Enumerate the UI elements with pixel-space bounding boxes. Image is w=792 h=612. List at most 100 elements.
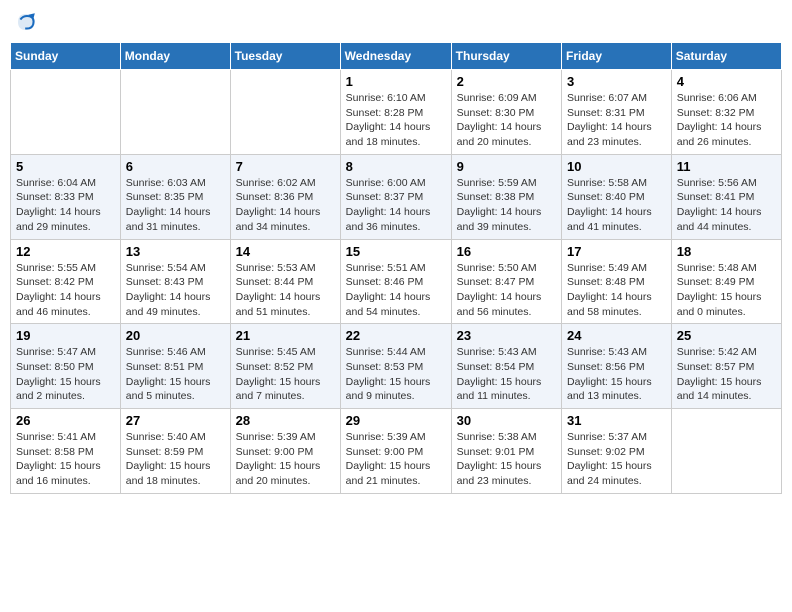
day-number: 30 bbox=[457, 413, 556, 428]
day-info: Sunrise: 5:43 AM Sunset: 8:54 PM Dayligh… bbox=[457, 345, 556, 404]
calendar-cell: 6 Sunrise: 6:03 AM Sunset: 8:35 PM Daylig… bbox=[120, 154, 230, 239]
calendar-cell: 22 Sunrise: 5:44 AM Sunset: 8:53 PM Dayli… bbox=[340, 324, 451, 409]
calendar-cell: 9 Sunrise: 5:59 AM Sunset: 8:38 PM Daylig… bbox=[451, 154, 561, 239]
day-info: Sunrise: 6:09 AM Sunset: 8:30 PM Dayligh… bbox=[457, 91, 556, 150]
day-info: Sunrise: 5:44 AM Sunset: 8:53 PM Dayligh… bbox=[346, 345, 446, 404]
calendar-cell: 21 Sunrise: 5:45 AM Sunset: 8:52 PM Dayli… bbox=[230, 324, 340, 409]
logo-icon bbox=[14, 10, 38, 34]
day-info: Sunrise: 5:42 AM Sunset: 8:57 PM Dayligh… bbox=[677, 345, 776, 404]
day-number: 27 bbox=[126, 413, 225, 428]
calendar-cell: 11 Sunrise: 5:56 AM Sunset: 8:41 PM Dayli… bbox=[671, 154, 781, 239]
day-number: 29 bbox=[346, 413, 446, 428]
day-info: Sunrise: 6:00 AM Sunset: 8:37 PM Dayligh… bbox=[346, 176, 446, 235]
day-info: Sunrise: 6:04 AM Sunset: 8:33 PM Dayligh… bbox=[16, 176, 115, 235]
day-number: 20 bbox=[126, 328, 225, 343]
calendar-cell bbox=[11, 70, 121, 155]
page-header bbox=[10, 10, 782, 34]
day-info: Sunrise: 5:59 AM Sunset: 8:38 PM Dayligh… bbox=[457, 176, 556, 235]
column-header-wednesday: Wednesday bbox=[340, 43, 451, 70]
calendar-header-row: SundayMondayTuesdayWednesdayThursdayFrid… bbox=[11, 43, 782, 70]
calendar-cell: 15 Sunrise: 5:51 AM Sunset: 8:46 PM Dayli… bbox=[340, 239, 451, 324]
day-info: Sunrise: 5:55 AM Sunset: 8:42 PM Dayligh… bbox=[16, 261, 115, 320]
day-info: Sunrise: 5:48 AM Sunset: 8:49 PM Dayligh… bbox=[677, 261, 776, 320]
day-info: Sunrise: 5:37 AM Sunset: 9:02 PM Dayligh… bbox=[567, 430, 666, 489]
day-info: Sunrise: 5:46 AM Sunset: 8:51 PM Dayligh… bbox=[126, 345, 225, 404]
day-number: 18 bbox=[677, 244, 776, 259]
day-info: Sunrise: 5:39 AM Sunset: 9:00 PM Dayligh… bbox=[236, 430, 335, 489]
calendar-cell: 14Sunrise: 5:53 AM Sunset: 8:44 PM Dayli… bbox=[230, 239, 340, 324]
day-number: 7 bbox=[236, 159, 335, 174]
calendar-table: SundayMondayTuesdayWednesdayThursdayFrid… bbox=[10, 42, 782, 494]
day-number: 6 bbox=[126, 159, 225, 174]
day-number: 31 bbox=[567, 413, 666, 428]
day-number: 11 bbox=[677, 159, 776, 174]
calendar-cell: 7 Sunrise: 6:02 AM Sunset: 8:36 PM Daylig… bbox=[230, 154, 340, 239]
day-number: 17 bbox=[567, 244, 666, 259]
calendar-cell: 1 Sunrise: 6:10 AM Sunset: 8:28 PM Daylig… bbox=[340, 70, 451, 155]
day-info: Sunrise: 5:54 AM Sunset: 8:43 PM Dayligh… bbox=[126, 261, 225, 320]
day-number: 12 bbox=[16, 244, 115, 259]
calendar-cell: 8 Sunrise: 6:00 AM Sunset: 8:37 PM Daylig… bbox=[340, 154, 451, 239]
day-info: Sunrise: 5:51 AM Sunset: 8:46 PM Dayligh… bbox=[346, 261, 446, 320]
day-info: Sunrise: 5:40 AM Sunset: 8:59 PM Dayligh… bbox=[126, 430, 225, 489]
day-info: Sunrise: 5:58 AM Sunset: 8:40 PM Dayligh… bbox=[567, 176, 666, 235]
calendar-cell: 28Sunrise: 5:39 AM Sunset: 9:00 PM Dayli… bbox=[230, 409, 340, 494]
day-number: 10 bbox=[567, 159, 666, 174]
calendar-cell: 19 Sunrise: 5:47 AM Sunset: 8:50 PM Dayli… bbox=[11, 324, 121, 409]
day-info: Sunrise: 6:10 AM Sunset: 8:28 PM Dayligh… bbox=[346, 91, 446, 150]
logo bbox=[14, 10, 42, 34]
calendar-cell: 29 Sunrise: 5:39 AM Sunset: 9:00 PM Dayli… bbox=[340, 409, 451, 494]
day-info: Sunrise: 5:56 AM Sunset: 8:41 PM Dayligh… bbox=[677, 176, 776, 235]
day-number: 2 bbox=[457, 74, 556, 89]
day-number: 16 bbox=[457, 244, 556, 259]
calendar-cell: 4 Sunrise: 6:06 AM Sunset: 8:32 PM Daylig… bbox=[671, 70, 781, 155]
calendar-cell: 2 Sunrise: 6:09 AM Sunset: 8:30 PM Daylig… bbox=[451, 70, 561, 155]
column-header-saturday: Saturday bbox=[671, 43, 781, 70]
calendar-cell: 17 Sunrise: 5:49 AM Sunset: 8:48 PM Dayli… bbox=[562, 239, 672, 324]
day-info: Sunrise: 6:02 AM Sunset: 8:36 PM Dayligh… bbox=[236, 176, 335, 235]
calendar-cell: 26Sunrise: 5:41 AM Sunset: 8:58 PM Dayli… bbox=[11, 409, 121, 494]
day-number: 1 bbox=[346, 74, 446, 89]
day-info: Sunrise: 5:41 AM Sunset: 8:58 PM Dayligh… bbox=[16, 430, 115, 489]
day-number: 25 bbox=[677, 328, 776, 343]
calendar-cell: 31 Sunrise: 5:37 AM Sunset: 9:02 PM Dayli… bbox=[562, 409, 672, 494]
day-number: 21 bbox=[236, 328, 335, 343]
calendar-cell: 24 Sunrise: 5:43 AM Sunset: 8:56 PM Dayli… bbox=[562, 324, 672, 409]
calendar-cell: 13 Sunrise: 5:54 AM Sunset: 8:43 PM Dayli… bbox=[120, 239, 230, 324]
day-number: 24 bbox=[567, 328, 666, 343]
day-number: 22 bbox=[346, 328, 446, 343]
calendar-cell: 30Sunrise: 5:38 AM Sunset: 9:01 PM Dayli… bbox=[451, 409, 561, 494]
calendar-cell bbox=[120, 70, 230, 155]
day-number: 9 bbox=[457, 159, 556, 174]
calendar-cell bbox=[230, 70, 340, 155]
calendar-cell: 23 Sunrise: 5:43 AM Sunset: 8:54 PM Dayli… bbox=[451, 324, 561, 409]
day-info: Sunrise: 5:43 AM Sunset: 8:56 PM Dayligh… bbox=[567, 345, 666, 404]
calendar-cell bbox=[671, 409, 781, 494]
day-number: 4 bbox=[677, 74, 776, 89]
day-number: 8 bbox=[346, 159, 446, 174]
day-number: 13 bbox=[126, 244, 225, 259]
day-info: Sunrise: 6:03 AM Sunset: 8:35 PM Dayligh… bbox=[126, 176, 225, 235]
calendar-cell: 16 Sunrise: 5:50 AM Sunset: 8:47 PM Dayli… bbox=[451, 239, 561, 324]
calendar-week-row: 5 Sunrise: 6:04 AM Sunset: 8:33 PM Daylig… bbox=[11, 154, 782, 239]
calendar-cell: 12 Sunrise: 5:55 AM Sunset: 8:42 PM Dayli… bbox=[11, 239, 121, 324]
calendar-cell: 5 Sunrise: 6:04 AM Sunset: 8:33 PM Daylig… bbox=[11, 154, 121, 239]
day-info: Sunrise: 5:47 AM Sunset: 8:50 PM Dayligh… bbox=[16, 345, 115, 404]
day-number: 14 bbox=[236, 244, 335, 259]
day-info: Sunrise: 5:39 AM Sunset: 9:00 PM Dayligh… bbox=[346, 430, 446, 489]
day-info: Sunrise: 5:49 AM Sunset: 8:48 PM Dayligh… bbox=[567, 261, 666, 320]
day-number: 19 bbox=[16, 328, 115, 343]
day-number: 5 bbox=[16, 159, 115, 174]
day-info: Sunrise: 5:45 AM Sunset: 8:52 PM Dayligh… bbox=[236, 345, 335, 404]
day-number: 23 bbox=[457, 328, 556, 343]
calendar-week-row: 19 Sunrise: 5:47 AM Sunset: 8:50 PM Dayli… bbox=[11, 324, 782, 409]
day-info: Sunrise: 6:06 AM Sunset: 8:32 PM Dayligh… bbox=[677, 91, 776, 150]
calendar-cell: 10 Sunrise: 5:58 AM Sunset: 8:40 PM Dayli… bbox=[562, 154, 672, 239]
column-header-friday: Friday bbox=[562, 43, 672, 70]
calendar-cell: 20 Sunrise: 5:46 AM Sunset: 8:51 PM Dayli… bbox=[120, 324, 230, 409]
calendar-cell: 3Sunrise: 6:07 AM Sunset: 8:31 PM Daylig… bbox=[562, 70, 672, 155]
day-number: 3 bbox=[567, 74, 666, 89]
day-info: Sunrise: 5:50 AM Sunset: 8:47 PM Dayligh… bbox=[457, 261, 556, 320]
day-number: 15 bbox=[346, 244, 446, 259]
calendar-week-row: 1 Sunrise: 6:10 AM Sunset: 8:28 PM Daylig… bbox=[11, 70, 782, 155]
